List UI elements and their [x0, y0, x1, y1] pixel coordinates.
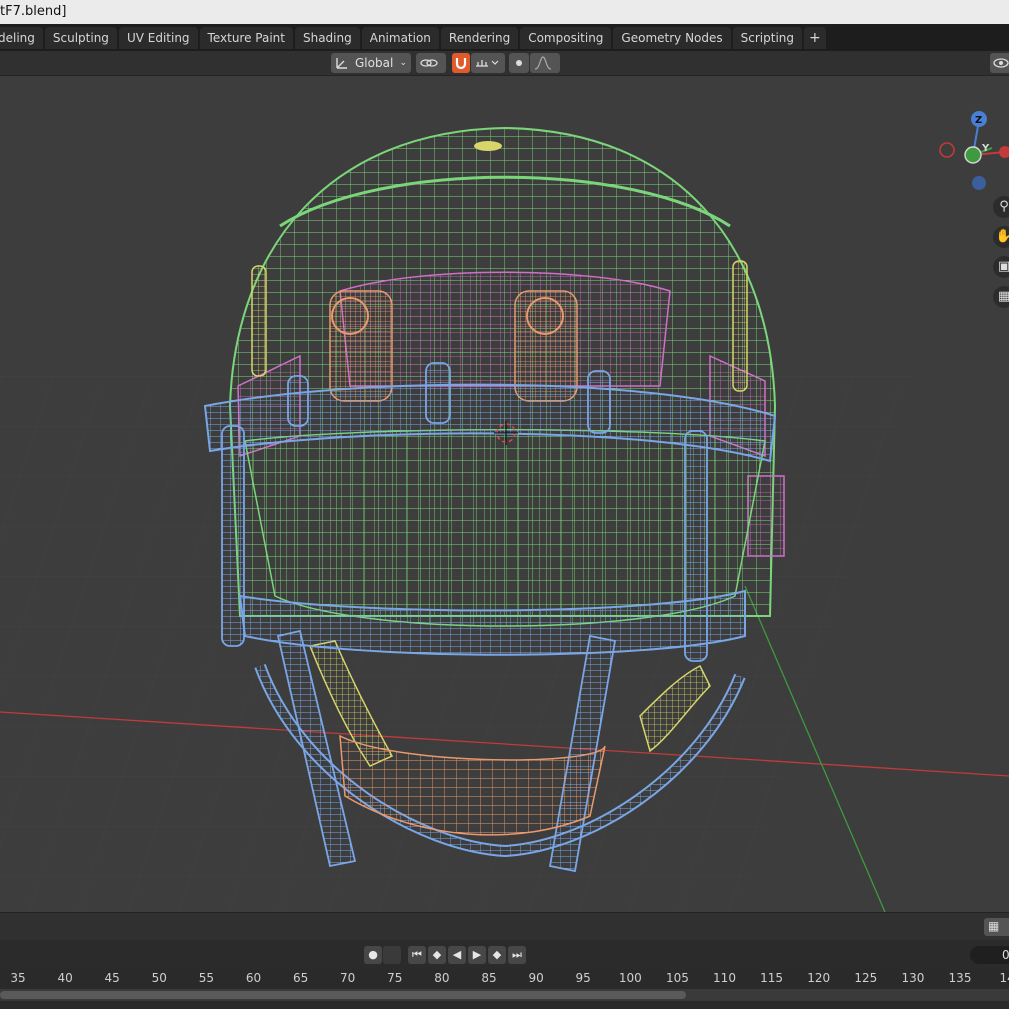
viewport-canvas[interactable]: Z Y: [0, 76, 1009, 912]
frame-tick-label: 80: [434, 971, 450, 985]
tab-uv-editing[interactable]: UV Editing: [118, 27, 198, 49]
jump-to-end-button[interactable]: ⏭: [508, 946, 526, 964]
tab-compositing[interactable]: Compositing: [520, 27, 612, 49]
gizmo-neg-x-axis[interactable]: [939, 142, 955, 158]
frame-tick-label: 50: [151, 971, 167, 985]
playback-controls: ● ⏮ ◆ ◀ ▶ ◆ ⏭ 0: [0, 940, 1009, 969]
frame-tick-label: 135: [948, 971, 972, 985]
frame-tick-label: 75: [387, 971, 403, 985]
proportional-dot-icon: [516, 60, 522, 66]
frame-tick-label: 85: [481, 971, 497, 985]
frame-tick-label: 70: [340, 971, 356, 985]
window-title: tF7.blend]: [0, 4, 67, 19]
frame-tick-label: 40: [57, 971, 73, 985]
falloff-curve-icon: [534, 56, 552, 70]
proportional-falloff-dropdown[interactable]: [530, 53, 560, 73]
navigation-gizmo[interactable]: Z Y: [939, 111, 1009, 190]
frame-tick-label: 14: [999, 971, 1009, 985]
timeline-ruler[interactable]: 35 40 45 50 55 60 65 70 75 80 85 90 95 100 105 110 115 12…: [0, 969, 1009, 1009]
record-button[interactable]: ●: [364, 946, 382, 964]
frame-tick-label: 130: [901, 971, 925, 985]
window-title-bar: tF7.blend]: [0, 0, 1009, 24]
orthographic-grid-icon[interactable]: ▦: [993, 286, 1009, 308]
tab-sculpting[interactable]: Sculpting: [44, 27, 117, 49]
timeline-scrollbar-thumb[interactable]: [0, 991, 686, 999]
link-icon: [420, 59, 438, 67]
frame-tick-label: 95: [575, 971, 591, 985]
jump-to-prev-keyframe-button[interactable]: ◆: [428, 946, 446, 964]
jump-to-start-button[interactable]: ⏮: [408, 946, 426, 964]
current-frame-field[interactable]: 0: [970, 946, 1009, 964]
pan-hand-icon[interactable]: ✋: [993, 226, 1009, 248]
frame-tick-label: 45: [104, 971, 120, 985]
orientation-axes-icon: [336, 58, 347, 69]
tab-scripting[interactable]: Scripting: [732, 27, 803, 49]
editor-type-dropdown[interactable]: ▦: [984, 918, 1009, 936]
gizmo-y-label: Y: [981, 143, 990, 154]
eye-icon: [993, 58, 1009, 68]
frame-tick-label: 120: [807, 971, 831, 985]
tab-texture-paint[interactable]: Texture Paint: [199, 27, 293, 49]
tab-shading[interactable]: Shading: [294, 27, 360, 49]
zoom-icon[interactable]: ⚲: [993, 196, 1009, 218]
camera-view-icon[interactable]: ▣: [993, 256, 1009, 278]
snap-increment-icon: [476, 60, 499, 67]
frame-tick-label: 115: [760, 971, 784, 985]
auto-keying-options[interactable]: [383, 946, 401, 964]
chevron-down-icon: ⌄: [399, 58, 407, 68]
magnet-icon: [455, 58, 467, 70]
tab-animation[interactable]: Animation: [361, 27, 439, 49]
viewport-visibility-button[interactable]: [990, 53, 1009, 73]
frame-tick-label: 65: [292, 971, 309, 985]
transform-orientation-label: Global: [355, 56, 394, 70]
transform-orientation-dropdown[interactable]: Global ⌄: [331, 53, 411, 73]
jump-to-next-keyframe-button[interactable]: ◆: [488, 946, 506, 964]
tab-modeling[interactable]: deling: [0, 27, 43, 49]
proportional-edit-toggle[interactable]: [509, 53, 529, 73]
frame-tick-label: 60: [245, 971, 262, 985]
frame-tick-label: 35: [10, 971, 26, 985]
pivot-point-dropdown[interactable]: [416, 53, 446, 73]
3d-viewport[interactable]: Z Y ⚲ ✋ ▣ ▦: [0, 76, 1009, 912]
frame-tick-label: 125: [854, 971, 878, 985]
frame-tick-label: 55: [198, 971, 215, 985]
frame-tick-label: 110: [713, 971, 736, 985]
add-workspace-button[interactable]: +: [804, 27, 826, 49]
snap-toggle[interactable]: [452, 53, 470, 73]
grid-view-icon: ▦: [988, 919, 1000, 933]
current-frame-value: 0: [1002, 948, 1009, 962]
frame-tick-label: 105: [665, 971, 689, 985]
play-reverse-button[interactable]: ◀: [448, 946, 466, 964]
frame-tick-label: 90: [528, 971, 544, 985]
tab-geometry-nodes[interactable]: Geometry Nodes: [613, 27, 731, 49]
timeline-header: ▦: [0, 912, 1009, 941]
timeline-scrollbar-track[interactable]: [0, 989, 1009, 1001]
gizmo-neg-z-axis[interactable]: [972, 176, 986, 190]
play-button[interactable]: ▶: [468, 946, 486, 964]
frame-tick-label: 100: [618, 971, 642, 985]
viewport-header: Global ⌄: [0, 51, 1009, 76]
gizmo-z-label: Z: [975, 115, 982, 126]
tab-rendering[interactable]: Rendering: [440, 27, 519, 49]
gizmo-y-axis[interactable]: [964, 146, 982, 164]
workspace-tab-bar: deling Sculpting UV Editing Texture Pain…: [0, 24, 1009, 51]
snap-target-dropdown[interactable]: [471, 53, 505, 73]
gizmo-x-axis[interactable]: [999, 146, 1009, 158]
